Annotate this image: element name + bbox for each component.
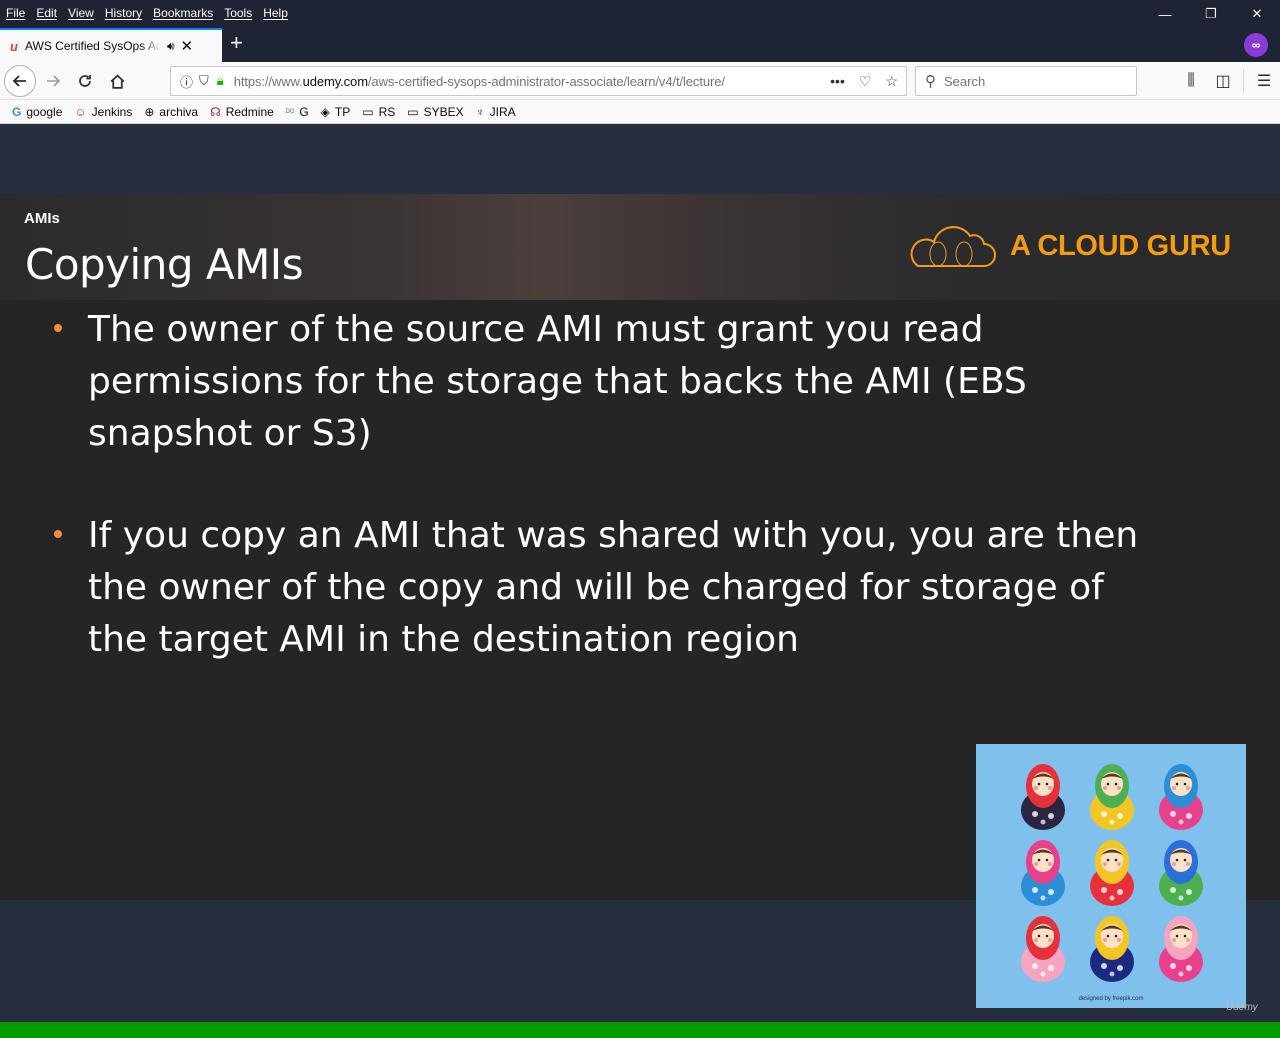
menu-bar: File Edit View History Bookmarks Tools H… — [0, 0, 1280, 26]
tab-strip: u AWS Certified SysOps Administrator 🔊︎ … — [0, 26, 1280, 62]
menu-bookmarks[interactable]: Bookmarks — [153, 6, 213, 20]
brand-name: A CLOUD GURU — [1010, 229, 1231, 262]
bullet-item: If you copy an AMI that was shared with … — [54, 510, 1174, 666]
menu-tools[interactable]: Tools — [224, 6, 252, 20]
reload-icon — [79, 75, 91, 87]
matryoshka-doll — [1021, 840, 1065, 906]
reload-button[interactable] — [70, 66, 100, 96]
lock-icon[interactable]: 🔒︎ — [217, 73, 224, 89]
back-button[interactable] — [4, 65, 36, 97]
browser-chrome: File Edit View History Bookmarks Tools H… — [0, 0, 1280, 124]
page-actions-icon[interactable]: ••• — [830, 73, 845, 90]
bookmark-folder-rs[interactable]: ▭ RS — [362, 105, 395, 119]
pocket-icon[interactable]: ♡ — [859, 73, 872, 90]
restore-button[interactable]: ❐ — [1188, 0, 1234, 28]
globe-icon: ⊕ — [144, 104, 155, 119]
menu-view[interactable]: View — [68, 6, 94, 20]
brand-logo: A CLOUD GURU — [904, 220, 1231, 272]
menu-history[interactable]: History — [105, 6, 142, 20]
new-tab-button[interactable]: + — [230, 30, 243, 56]
matryoshka-doll — [1090, 916, 1134, 982]
close-icon[interactable]: ✕ — [181, 37, 194, 55]
matryoshka-doll — [1021, 916, 1065, 982]
bookmark-redmine[interactable]: ☊ Redmine — [210, 105, 274, 119]
bookmark-tp[interactable]: ◈ TP — [321, 105, 351, 119]
sidebar-icon[interactable]: ◫ — [1207, 71, 1239, 91]
bullet-dot — [54, 324, 62, 332]
navigation-bar: ⓘ ⛉ 🔒︎ https://www.udemy.com/aws-certifi… — [0, 62, 1280, 100]
forward-button[interactable] — [38, 66, 68, 96]
cloud-logo-icon — [910, 226, 996, 267]
bullet-text: If you copy an AMI that was shared with … — [88, 515, 1139, 660]
slide-section-label: AMIs — [24, 210, 60, 227]
image-credit: designed by freepik.com — [1078, 996, 1144, 1002]
matryoshka-doll — [1159, 916, 1203, 982]
minimize-button[interactable]: — — [1142, 0, 1188, 28]
window-controls: — ❐ ✕ — [1142, 0, 1280, 26]
folder-icon: ▭ — [362, 104, 374, 119]
video-player-area[interactable]: AMIs Copying AMIs A CLOUD GURU The owner… — [0, 124, 1280, 1038]
private-browsing-icon: ∞ — [1244, 33, 1268, 57]
bullet-item: The owner of the source AMI must grant y… — [54, 304, 1174, 460]
menu-edit[interactable]: Edit — [36, 6, 57, 20]
home-button[interactable] — [102, 66, 132, 96]
search-icon: ⚲ — [925, 73, 936, 90]
url-actions: ••• ♡ ☆ — [830, 73, 898, 90]
matryoshka-doll — [1159, 840, 1203, 906]
bullet-text: The owner of the source AMI must grant y… — [88, 309, 1027, 454]
tracking-shield-icon[interactable]: ⛉ — [199, 73, 209, 89]
redmine-icon: ☊ — [210, 104, 221, 119]
udemy-watermark: Udemy — [1226, 1002, 1258, 1013]
udemy-favicon-icon: u — [10, 38, 18, 54]
matryoshka-doll — [1021, 764, 1065, 830]
search-placeholder: Search — [944, 73, 986, 89]
slide-header: AMIs Copying AMIs A CLOUD GURU — [0, 194, 1280, 300]
bookmark-jenkins[interactable]: ☺ Jenkins — [74, 105, 132, 119]
matryoshka-doll — [1090, 764, 1134, 830]
url-bar[interactable]: ⓘ ⛉ 🔒︎ https://www.udemy.com/aws-certifi… — [170, 66, 907, 96]
google-icon: G — [12, 104, 22, 119]
arrow-left-icon — [12, 75, 26, 87]
bookmark-jira[interactable]: ♆ JIRA — [476, 105, 516, 119]
bookmark-archiva[interactable]: ⊕ archiva — [144, 105, 198, 119]
arrow-right-icon — [47, 75, 61, 87]
tab-title: AWS Certified SysOps Administrator — [24, 39, 161, 53]
star-icon[interactable]: ☆ — [885, 73, 898, 90]
close-window-button[interactable]: ✕ — [1234, 0, 1280, 28]
matryoshka-doll — [1090, 840, 1134, 906]
jenkins-icon: ☺ — [74, 104, 87, 119]
video-progress-bar[interactable] — [0, 1022, 1280, 1038]
bookmark-folder-sybex[interactable]: ▭ SYBEX — [407, 105, 463, 119]
bookmarks-toolbar: Ggoogle ☺ Jenkins ⊕ archiva ☊ Redmine ᴰᴳ G ◈… — [0, 100, 1280, 124]
menu-file[interactable]: File — [6, 6, 25, 20]
bookmark-google[interactable]: Ggoogle — [12, 105, 62, 119]
url-text[interactable]: https://www.udemy.com/aws-certified-syso… — [234, 74, 784, 89]
dg-icon: ᴰᴳ — [285, 106, 295, 117]
diamond-icon: ◈ — [320, 104, 330, 119]
tab-active[interactable]: u AWS Certified SysOps Administrator 🔊︎ … — [0, 28, 222, 62]
matryoshka-dolls-image: designed by freepik.com — [976, 744, 1246, 1008]
speaker-icon[interactable]: 🔊︎ — [167, 39, 175, 54]
folder-icon: ▭ — [407, 104, 419, 119]
home-icon — [110, 74, 124, 89]
info-icon[interactable]: ⓘ — [180, 72, 193, 91]
slide-title: Copying AMIs — [25, 240, 304, 289]
bookmark-g[interactable]: ᴰᴳ G — [286, 105, 309, 119]
menu-help[interactable]: Help — [263, 6, 288, 20]
bullet-dot — [54, 530, 62, 538]
toolbar-separator — [1243, 69, 1244, 93]
hamburger-menu-icon[interactable]: ☰ — [1248, 71, 1280, 91]
search-input[interactable]: ⚲ Search — [915, 66, 1137, 96]
toolbar-right: ⫼ ◫ ☰ — [1175, 62, 1280, 100]
matryoshka-doll — [1159, 764, 1203, 830]
jira-icon: ♆ — [475, 104, 485, 119]
library-icon[interactable]: ⫼ — [1175, 72, 1207, 90]
